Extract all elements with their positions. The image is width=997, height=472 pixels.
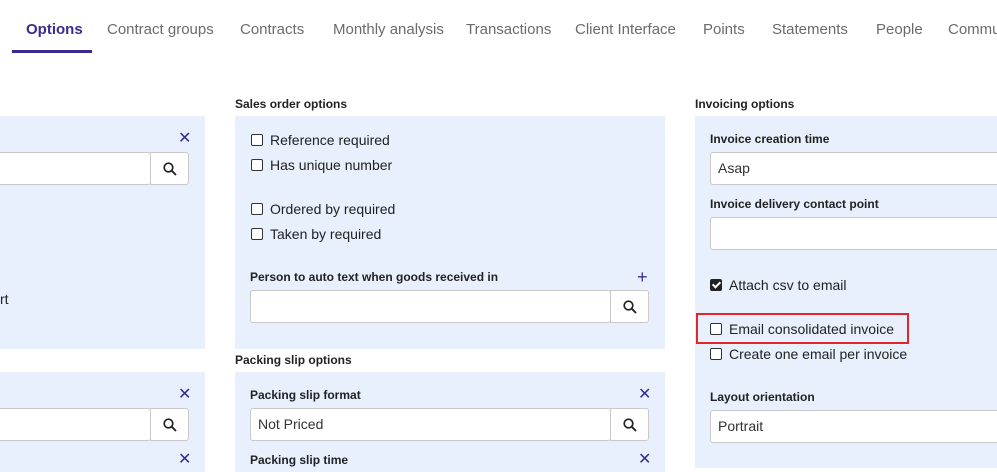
left-panel-top: ✕ rt (0, 116, 205, 349)
checkbox-box[interactable] (251, 203, 263, 215)
packing-slip-format-search-button[interactable] (610, 408, 649, 441)
sales-order-panel: Reference required Has unique number Ord… (235, 116, 665, 349)
checkbox-label: Email consolidated invoice (729, 321, 894, 337)
checkbox-box[interactable] (251, 159, 263, 171)
packing-slip-format-input[interactable]: Not Priced (250, 408, 611, 441)
tab-points[interactable]: Points (703, 20, 745, 40)
checkbox-label: Ordered by required (270, 201, 396, 217)
clear-icon[interactable]: ✕ (638, 452, 651, 468)
clear-icon[interactable]: ✕ (178, 387, 191, 403)
checkbox-box[interactable] (251, 228, 263, 240)
checkbox-box[interactable] (710, 348, 722, 360)
tab-contract-groups[interactable]: Contract groups (107, 20, 214, 40)
checkbox-label: Has unique number (270, 157, 393, 173)
invoicing-panel: Invoice creation time Asap Invoice deliv… (695, 116, 997, 468)
active-tab-indicator (12, 50, 92, 53)
checkbox-box[interactable] (710, 323, 722, 335)
attach-csv-checkbox[interactable]: Attach csv to email (710, 277, 847, 293)
clear-icon[interactable]: ✕ (178, 131, 191, 147)
add-icon[interactable]: + (637, 268, 648, 286)
has-unique-number-checkbox[interactable]: Has unique number (251, 157, 392, 173)
email-consolidated-invoice-checkbox[interactable]: Email consolidated invoice (710, 321, 894, 337)
tab-people[interactable]: People (876, 20, 923, 40)
layout-orientation-label: Layout orientation (710, 390, 815, 404)
search-icon (623, 300, 637, 314)
packing-slip-panel: Packing slip format ✕ Not Priced Packing… (235, 372, 665, 472)
ordered-by-required-checkbox[interactable]: Ordered by required (251, 201, 395, 217)
auto-text-search-button[interactable] (610, 290, 649, 323)
search-icon (163, 162, 177, 176)
invoice-delivery-contact-label: Invoice delivery contact point (710, 197, 879, 211)
clear-icon[interactable]: ✕ (638, 387, 651, 403)
checkbox-box[interactable] (251, 134, 263, 146)
invoice-creation-time-select[interactable]: Asap (710, 152, 997, 185)
left-panel-bottom: ✕ ✕ (0, 372, 205, 472)
checkbox-label: Reference required (270, 132, 390, 148)
left-lookup-input-2[interactable] (0, 408, 151, 441)
taken-by-required-checkbox[interactable]: Taken by required (251, 226, 381, 242)
tab-monthly-analysis[interactable]: Monthly analysis (333, 20, 444, 40)
packing-slip-time-label: Packing slip time (250, 453, 349, 467)
invoice-creation-time-label: Invoice creation time (710, 132, 830, 146)
tab-client-interface[interactable]: Client Interface (575, 20, 676, 40)
packing-slip-title: Packing slip options (235, 353, 352, 367)
tab-communications[interactable]: Commu (948, 20, 997, 40)
left-search-button[interactable] (150, 152, 189, 185)
left-lookup-input[interactable] (0, 152, 151, 185)
one-email-per-invoice-checkbox[interactable]: Create one email per invoice (710, 346, 907, 362)
tab-options[interactable]: Options (26, 20, 83, 40)
tab-statements[interactable]: Statements (772, 20, 848, 40)
search-icon (163, 418, 177, 432)
sales-order-title: Sales order options (235, 97, 348, 111)
invoice-delivery-contact-input[interactable] (710, 217, 997, 250)
tab-contracts[interactable]: Contracts (240, 20, 304, 40)
packing-slip-format-label: Packing slip format (250, 388, 361, 402)
checkbox-label: Create one email per invoice (729, 346, 908, 362)
auto-text-label: Person to auto text when goods received … (250, 270, 499, 284)
clear-icon[interactable]: ✕ (178, 452, 191, 468)
checkbox-box[interactable] (710, 279, 722, 291)
tab-transactions[interactable]: Transactions (466, 20, 551, 40)
auto-text-person-input[interactable] (250, 290, 611, 323)
reference-required-checkbox[interactable]: Reference required (251, 132, 390, 148)
search-icon (623, 418, 637, 432)
left-search-button-2[interactable] (150, 408, 189, 441)
tab-bar: Options Contract groups Contracts Monthl… (0, 0, 997, 56)
checkbox-label: Taken by required (270, 226, 382, 242)
layout-orientation-select[interactable]: Portrait (710, 410, 997, 443)
left-partial-label: rt (0, 291, 9, 307)
checkbox-label: Attach csv to email (729, 277, 847, 293)
invoicing-title: Invoicing options (695, 97, 795, 111)
